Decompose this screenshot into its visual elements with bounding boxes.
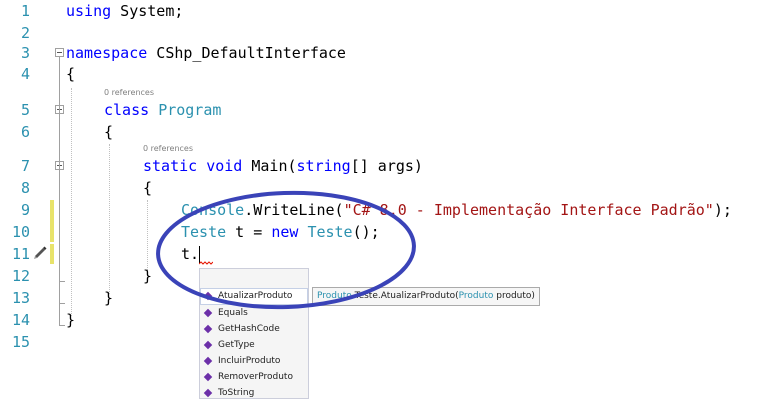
code-text: System; — [111, 2, 184, 20]
code-line-9[interactable]: Console.WriteLine("C# 8.0 - Implementaçã… — [181, 199, 732, 221]
method-icon — [203, 291, 213, 301]
completion-item-label: GetHashCode — [218, 324, 280, 334]
completion-item[interactable]: Equals — [200, 305, 308, 321]
indent-guide — [147, 200, 148, 272]
completion-item[interactable]: IncluirProduto — [200, 353, 308, 369]
line-number: 15 — [11, 333, 30, 351]
outline-line — [59, 57, 60, 326]
code-line-14[interactable]: } — [66, 309, 75, 331]
line-number: 13 — [11, 289, 30, 307]
keyword: class — [104, 101, 150, 119]
intellisense-completion-list[interactable]: AtualizarProduto Equals GetHashCode GetT… — [199, 268, 309, 399]
keyword: namespace — [66, 44, 148, 62]
line-number: 4 — [20, 65, 30, 83]
method-icon — [203, 372, 213, 382]
code-line-7[interactable]: static void Main(string[] args) — [143, 155, 423, 177]
completion-item-label: AtualizarProduto — [218, 291, 293, 301]
string-literal: "C# 8.0 - Implementação Interface Padrão… — [343, 201, 714, 219]
codelens-references[interactable]: 0 references — [143, 144, 193, 153]
line-number: 6 — [20, 123, 30, 141]
tooltip-type: Produto — [317, 291, 352, 301]
code-line-1[interactable]: using System; — [66, 0, 183, 22]
code-line-4[interactable]: { — [66, 63, 75, 85]
keyword: new — [271, 223, 299, 241]
code-line-12[interactable]: } — [143, 265, 152, 287]
line-number: 7 — [20, 157, 30, 175]
line-number: 9 — [20, 201, 30, 219]
tooltip-text: produto) — [493, 291, 535, 301]
change-indicator — [50, 200, 54, 242]
completion-item[interactable]: AtualizarProduto — [200, 288, 308, 305]
type-name: Console — [181, 201, 245, 219]
method-icon — [203, 388, 213, 398]
code-text: t = — [226, 223, 272, 241]
code-line-6[interactable]: { — [104, 121, 113, 143]
type-name: Teste — [307, 223, 353, 241]
completion-item[interactable]: GetHashCode — [200, 321, 308, 337]
code-text: CShp_DefaultInterface — [147, 44, 346, 62]
code-text: ); — [713, 201, 732, 219]
indent-guide — [109, 144, 110, 294]
quick-info-tooltip: Produto Teste.AtualizarProduto(Produto p… — [312, 287, 540, 306]
error-squiggle — [199, 261, 213, 265]
completion-list-header — [200, 269, 308, 288]
method-icon — [203, 340, 213, 350]
keyword: void — [206, 157, 243, 175]
line-number: 5 — [20, 101, 30, 119]
keyword: string — [296, 157, 351, 175]
line-number: 14 — [11, 311, 30, 329]
completion-item-label: GetType — [218, 340, 255, 350]
type-name: Teste — [181, 223, 227, 241]
change-indicator — [50, 244, 54, 264]
code-line-10[interactable]: Teste t = new Teste(); — [181, 221, 380, 243]
keyword: using — [66, 2, 112, 20]
code-line-8[interactable]: { — [143, 177, 152, 199]
code-line-3[interactable]: namespace CShp_DefaultInterface — [66, 42, 346, 64]
pencil-icon — [34, 246, 47, 259]
line-number: 2 — [20, 24, 30, 42]
completion-item-label: RemoverProduto — [218, 372, 293, 382]
code-text: (); — [352, 223, 380, 241]
line-number: 11 — [11, 245, 30, 263]
tooltip-type: Produto — [458, 291, 494, 301]
collapse-namespace-toggle[interactable] — [55, 48, 64, 57]
code-text: Main( — [242, 157, 297, 175]
code-text: [] args) — [350, 157, 423, 175]
completion-item[interactable]: ToString — [200, 385, 308, 401]
outline-end — [59, 281, 65, 282]
code-line-13[interactable]: } — [104, 287, 113, 309]
code-line-11[interactable]: t. — [181, 243, 199, 265]
completion-item-label: Equals — [218, 308, 248, 318]
code-text: .WriteLine( — [244, 201, 344, 219]
outline-end — [59, 303, 65, 304]
completion-item[interactable]: RemoverProduto — [200, 369, 308, 385]
tooltip-text: Teste.AtualizarProduto( — [351, 291, 459, 301]
keyword: static — [143, 157, 198, 175]
method-icon — [203, 356, 213, 366]
outline-end — [59, 325, 65, 326]
method-icon — [203, 308, 213, 318]
line-number: 10 — [11, 223, 30, 241]
line-number: 3 — [20, 44, 30, 62]
codelens-references[interactable]: 0 references — [104, 88, 154, 97]
line-number: 8 — [20, 179, 30, 197]
line-number: 1 — [20, 2, 30, 20]
completion-item-label: ToString — [218, 388, 255, 398]
indent-guide — [71, 88, 72, 316]
completion-item-label: IncluirProduto — [218, 356, 281, 366]
method-icon — [203, 324, 213, 334]
line-number: 12 — [11, 267, 30, 285]
code-line-5[interactable]: class Program — [104, 99, 221, 121]
completion-item[interactable]: GetType — [200, 337, 308, 353]
type-name: Program — [158, 101, 222, 119]
